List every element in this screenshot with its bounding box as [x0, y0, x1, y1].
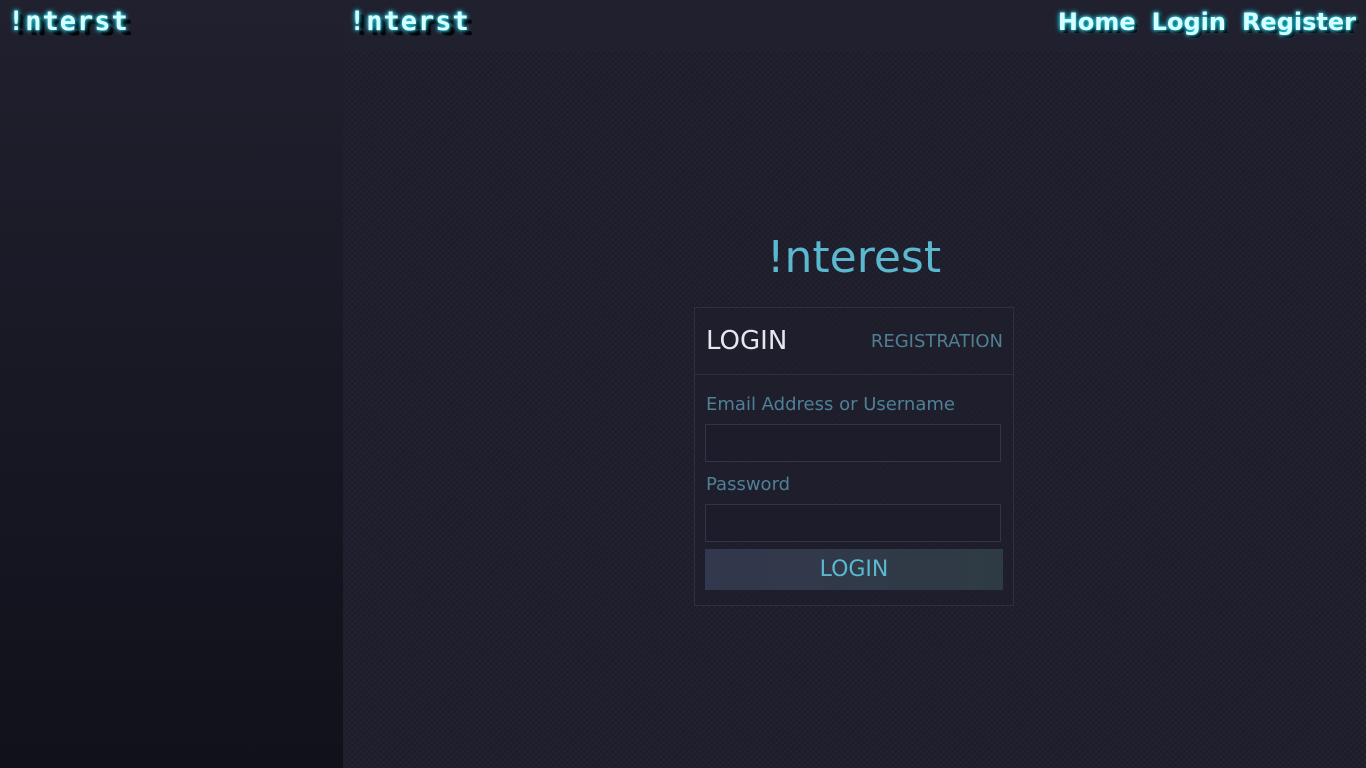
nav-register-link[interactable]: Register [1242, 8, 1356, 36]
password-field[interactable] [705, 504, 1001, 542]
sidebar [0, 0, 343, 768]
login-button[interactable]: LOGIN [705, 549, 1003, 590]
tab-login[interactable]: LOGIN [706, 326, 787, 356]
nav-login-link[interactable]: Login [1152, 8, 1226, 36]
sidebar-logo[interactable]: !nterst [8, 6, 129, 37]
header-logo[interactable]: !nterst [349, 6, 470, 37]
email-field[interactable] [705, 424, 1001, 462]
email-label: Email Address or Username [706, 394, 955, 415]
tab-registration[interactable]: REGISTRATION [871, 331, 1003, 352]
password-label: Password [706, 474, 791, 495]
nav-home-link[interactable]: Home [1058, 8, 1136, 36]
top-nav: Home Login Register [1058, 8, 1356, 36]
card-tabs: LOGIN REGISTRATION [695, 308, 1013, 375]
login-card: LOGIN REGISTRATION Email Address or User… [694, 307, 1014, 606]
brand-title: !nterest [766, 232, 942, 283]
